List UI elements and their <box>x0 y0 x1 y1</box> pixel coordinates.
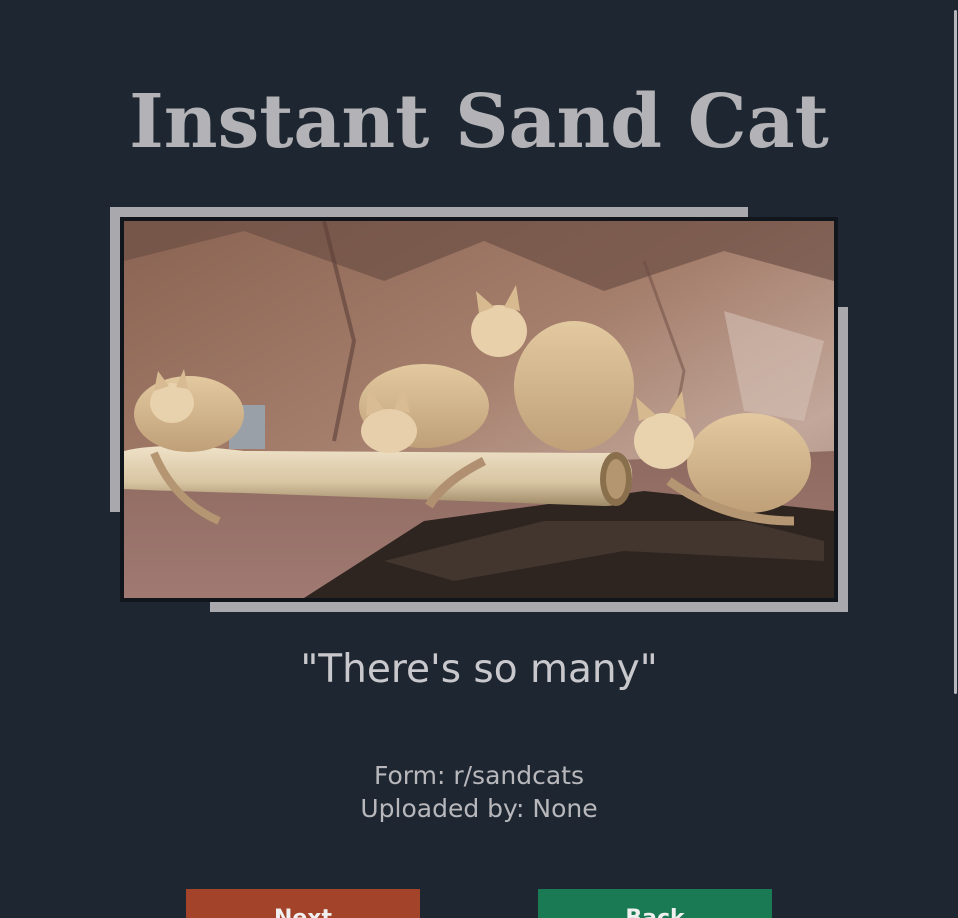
next-button[interactable]: Next <box>186 889 420 918</box>
photo-frame-bottom <box>210 602 848 612</box>
sand-cat-photo-illustration <box>124 221 834 598</box>
scrollbar[interactable] <box>954 10 957 694</box>
uploaded-by: Uploaded by: None <box>360 794 598 823</box>
photo-frame-top <box>110 207 748 217</box>
back-button[interactable]: Back <box>538 889 772 918</box>
photo-frame-left <box>110 207 120 512</box>
photo-frame-right <box>838 307 848 612</box>
photo-caption: "There's so many" <box>300 647 658 692</box>
source-form: Form: r/sandcats <box>374 761 584 790</box>
sand-cat-photo <box>120 217 838 602</box>
page-title: Instant Sand Cat <box>129 78 829 165</box>
